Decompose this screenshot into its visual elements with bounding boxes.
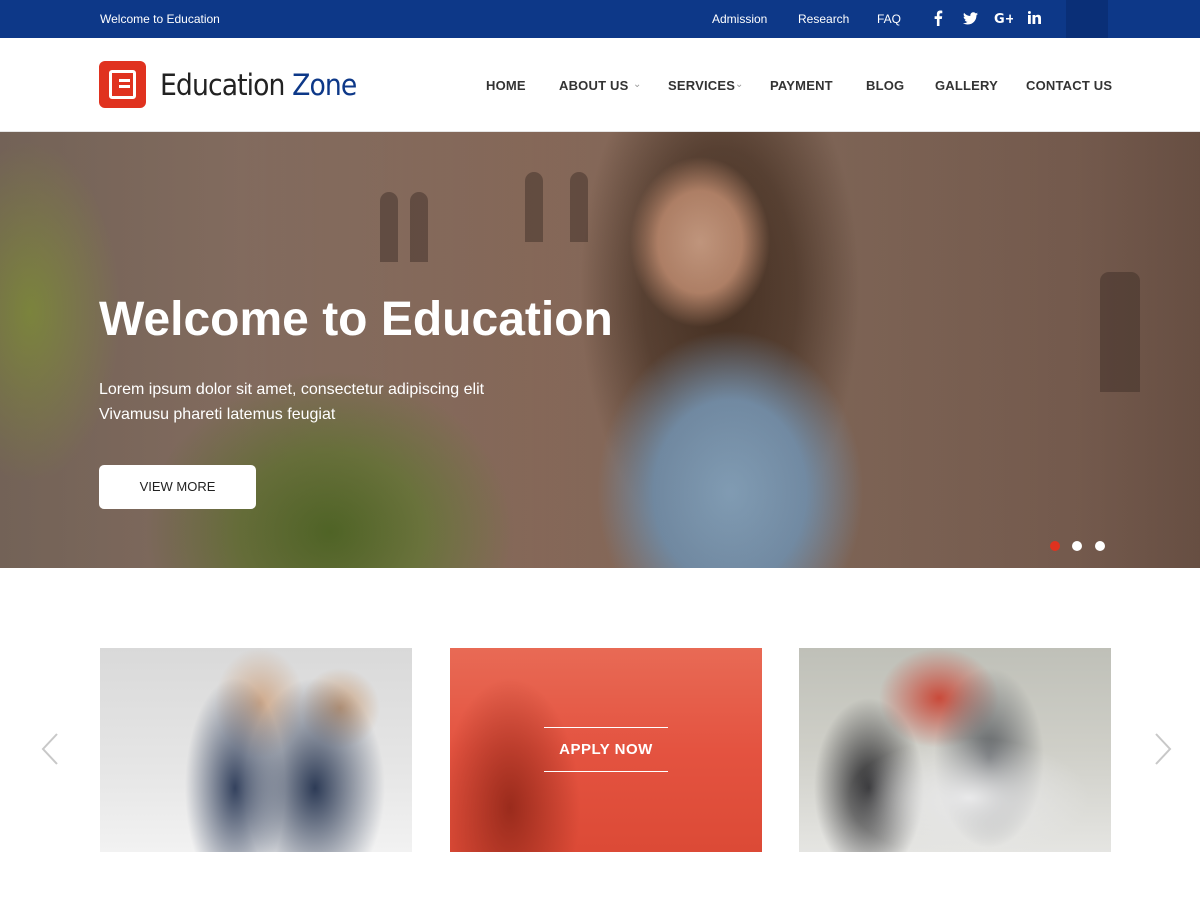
top-link-faq[interactable]: FAQ — [877, 12, 901, 26]
view-more-button[interactable]: VIEW MORE — [99, 465, 256, 509]
facebook-icon[interactable] — [933, 10, 943, 26]
hero-slider: Welcome to Education Lorem ipsum dolor s… — [0, 132, 1200, 568]
apply-divider-top — [544, 727, 668, 728]
carousel-next-arrow-icon[interactable] — [1153, 733, 1173, 770]
carousel-prev-arrow-icon[interactable] — [40, 733, 60, 770]
twitter-icon[interactable] — [963, 12, 978, 25]
top-welcome-text: Welcome to Education — [100, 12, 220, 26]
chevron-down-icon: ⌄ — [633, 79, 642, 90]
slider-dot-2[interactable] — [1072, 541, 1082, 551]
nav-item-payment[interactable]: PAYMENT — [770, 78, 833, 93]
top-link-admission[interactable]: Admission — [712, 12, 767, 26]
nav-item-contact-us[interactable]: CONTACT US — [1026, 78, 1112, 93]
search-toggle-button[interactable] — [1066, 0, 1108, 38]
linkedin-icon[interactable] — [1028, 11, 1041, 24]
slider-dot-3[interactable] — [1095, 541, 1105, 551]
slider-dot-1[interactable] — [1050, 541, 1060, 551]
nav-item-about-us[interactable]: ABOUT US — [559, 78, 629, 93]
logo-text-main: Education — [160, 68, 285, 102]
apply-now-link[interactable]: APPLY NOW — [450, 741, 762, 758]
google-plus-icon[interactable]: G+ — [994, 11, 1013, 25]
logo-text-accent: Zone — [292, 68, 357, 102]
nav-item-services[interactable]: SERVICES — [668, 78, 735, 93]
nav-item-blog[interactable]: BLOG — [866, 78, 904, 93]
hero-subtitle: Lorem ipsum dolor sit amet, consectetur … — [99, 377, 484, 427]
top-link-research[interactable]: Research — [798, 12, 849, 26]
site-logo-text[interactable]: Education Zone — [160, 68, 357, 102]
hero-subtitle-line1: Lorem ipsum dolor sit amet, consectetur … — [99, 381, 485, 398]
svg-text:G+: G+ — [994, 12, 1013, 25]
chevron-down-icon: ⌄ — [735, 79, 744, 90]
feature-card-study[interactable] — [100, 648, 412, 852]
feature-card-discussion[interactable] — [799, 648, 1111, 852]
hero-title: Welcome to Education — [99, 293, 613, 346]
nav-item-gallery[interactable]: GALLERY — [935, 78, 998, 93]
hero-subtitle-line2: Vivamusu phareti latemus feugiat — [99, 406, 336, 423]
top-bar: Welcome to Education Admission Research … — [0, 0, 1200, 38]
feature-card-apply[interactable]: APPLY NOW — [450, 648, 762, 852]
nav-item-home[interactable]: HOME — [486, 78, 526, 93]
book-logo-icon[interactable] — [99, 61, 146, 108]
site-header: Education Zone HOME ABOUT US ⌄ SERVICES … — [0, 38, 1200, 132]
apply-divider-bottom — [544, 771, 668, 772]
